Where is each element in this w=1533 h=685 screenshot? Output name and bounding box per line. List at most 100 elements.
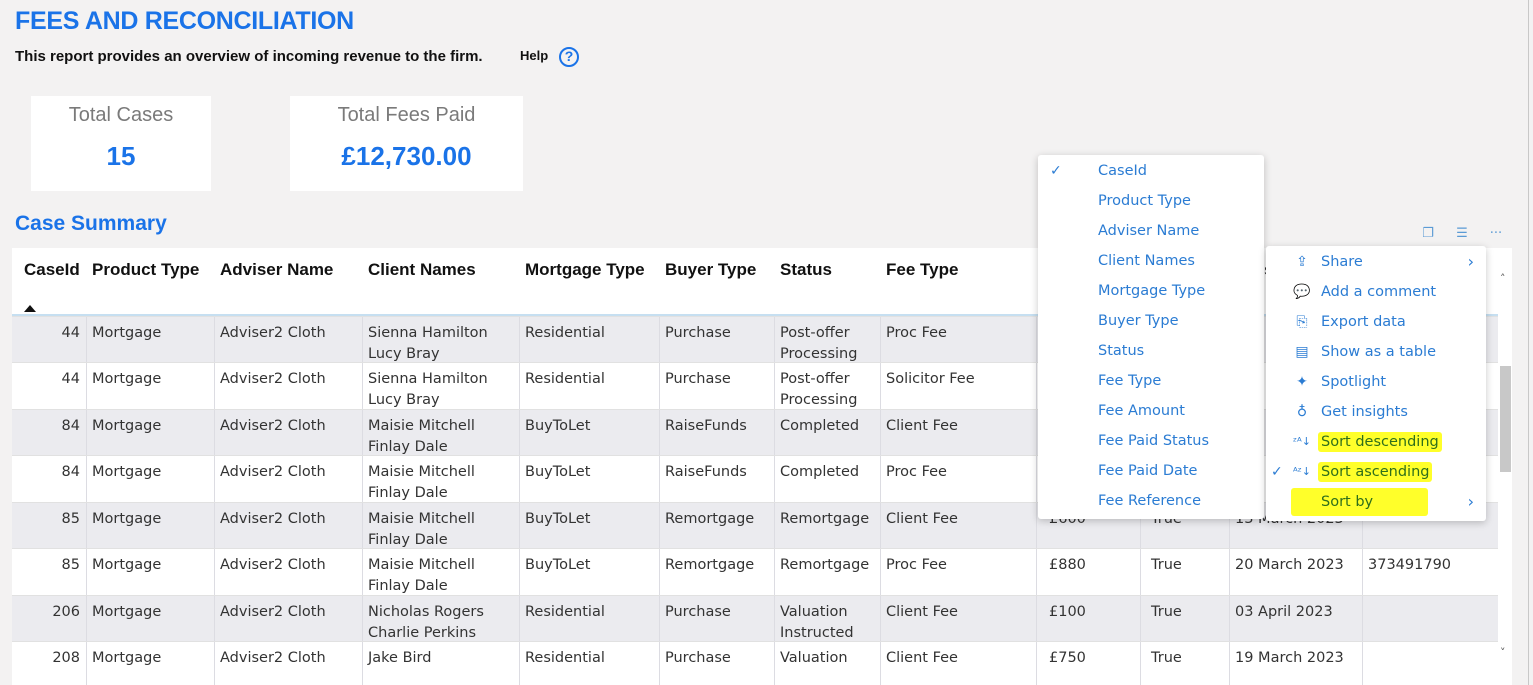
scrollbar-thumb[interactable] (1500, 366, 1511, 472)
column-separator (1036, 316, 1037, 362)
menu-item-add-a-comment[interactable]: 💬 Add a comment (1266, 277, 1486, 307)
menu-item-sort-descending[interactable]: ᶻᴬ↓ Sort descending (1266, 427, 1486, 457)
sort-by-option[interactable]: Adviser Name (1038, 216, 1264, 246)
cell-client: Maisie Mitchell Finlay Dale (368, 555, 475, 597)
column-separator (1036, 409, 1037, 455)
sort-by-option[interactable]: Fee Reference (1038, 486, 1264, 516)
sort-by-column-menu: ✓ CaseId Product Type Adviser Name Client Na… (1038, 155, 1264, 519)
cell-caseid: 206 (52, 603, 80, 620)
sort-by-option[interactable]: Fee Amount (1038, 396, 1264, 426)
cell-product: Mortgage (92, 603, 162, 620)
menu-item-sort-ascending[interactable]: ✓ ᴬᶻ↓ Sort ascending (1266, 457, 1486, 487)
cell-buyer: Remortgage (665, 510, 755, 527)
menu-item-label: Share (1321, 254, 1363, 270)
sort-by-option[interactable]: Fee Paid Status (1038, 426, 1264, 456)
sort-by-option[interactable]: Status (1038, 336, 1264, 366)
total-cases-card: Total Cases 15 (31, 96, 211, 191)
column-separator (659, 502, 660, 548)
column-separator (214, 409, 215, 455)
cell-line: Valuation (780, 650, 848, 666)
scroll-down-icon[interactable]: ˅ (1500, 646, 1506, 659)
menu-item-share[interactable]: ⇪ Share › (1266, 247, 1486, 277)
column-separator (214, 502, 215, 548)
table-row[interactable]: 208 Mortgage Adviser2 Cloth Jake Bird Reside… (12, 642, 1498, 685)
column-separator (86, 363, 87, 409)
cell-fee_type: Client Fee (886, 510, 958, 527)
cell-ref: 373491790 (1368, 557, 1452, 573)
cell-product: Mortgage (92, 417, 162, 434)
chevron-right-icon: › (1467, 252, 1474, 271)
cell-product: Mortgage (92, 557, 162, 573)
menu-item-show-as-a-table[interactable]: ▤ Show as a table (1266, 337, 1486, 367)
cell-fee_type: Proc Fee (886, 557, 947, 573)
cell-line: Lucy Bray (368, 345, 440, 362)
menu-item-get-insights[interactable]: ♁ Get insights (1266, 397, 1486, 427)
cell-buyer: RaiseFunds (665, 417, 747, 434)
cell-fee_type: Solicitor Fee (886, 371, 975, 387)
cell-adviser: Adviser2 Cloth (220, 650, 326, 666)
sort-by-option[interactable]: Fee Paid Date (1038, 456, 1264, 486)
sort-by-option[interactable]: Buyer Type (1038, 306, 1264, 336)
cell-status: Completed (780, 462, 859, 483)
menu-item-label: Add a comment (1321, 284, 1437, 300)
column-separator (774, 363, 775, 409)
visual-options-menu: ⇪ Share › 💬 Add a comment ⎘ Export data ▤ Show a… (1266, 246, 1486, 521)
column-header-client-names[interactable]: Client Names (368, 260, 476, 280)
column-header-status[interactable]: Status (780, 260, 832, 280)
menu-item-sort-by[interactable]: Sort by › (1266, 487, 1486, 517)
column-header-fee-type[interactable]: Fee Type (886, 260, 958, 280)
menu-item-label: Show as a table (1321, 344, 1437, 360)
menu-item-export-data[interactable]: ⎘ Export data (1266, 307, 1486, 337)
cell-client: Nicholas Rogers Charlie Perkins (368, 602, 484, 644)
divider (1528, 0, 1529, 685)
menu-item-label: Sort descending (1318, 432, 1442, 452)
help-icon[interactable]: ? (559, 47, 579, 67)
menu-item-spotlight[interactable]: ✦ Spotlight (1266, 367, 1486, 397)
column-separator (1362, 595, 1363, 641)
cell-product: Mortgage (92, 650, 162, 666)
sort-by-option[interactable]: Client Names (1038, 246, 1264, 276)
sort-ascending-indicator-icon (24, 305, 36, 312)
cell-product: Mortgage (92, 371, 162, 387)
column-separator (659, 642, 660, 685)
column-header-caseid[interactable]: CaseId (24, 260, 80, 280)
table-icon: ▤ (1295, 344, 1309, 360)
help-label[interactable]: Help (520, 48, 548, 63)
column-separator (1036, 549, 1037, 595)
column-header-buyer-type[interactable]: Buyer Type (665, 260, 756, 280)
more-options-icon[interactable]: ··· (1481, 219, 1511, 247)
sort-by-option[interactable]: Mortgage Type (1038, 276, 1264, 306)
column-header-product-type[interactable]: Product Type (92, 260, 199, 280)
column-separator (362, 409, 363, 455)
sort-by-option[interactable]: ✓ CaseId (1038, 156, 1264, 186)
cell-fee_type: Client Fee (886, 603, 958, 620)
checkmark-icon: ✓ (1271, 464, 1283, 480)
cell-client: Maisie Mitchell Finlay Dale (368, 462, 475, 504)
cell-fee_type: Proc Fee (886, 464, 947, 480)
cell-adviser: Adviser2 Cloth (220, 417, 326, 434)
table-row[interactable]: 206 Mortgage Adviser2 Cloth Nicholas Rogers… (12, 595, 1498, 644)
column-separator (519, 363, 520, 409)
column-separator (214, 316, 215, 362)
column-separator (880, 409, 881, 455)
comment-icon: 💬 (1293, 284, 1311, 300)
cell-line: Charlie Perkins (368, 624, 477, 641)
cell-line: Maisie Mitchell (368, 464, 475, 480)
sort-by-option[interactable]: Fee Type (1038, 366, 1264, 396)
filter-icon[interactable]: ☰ (1447, 219, 1477, 247)
column-separator (1036, 502, 1037, 548)
column-header-adviser-name[interactable]: Adviser Name (220, 260, 333, 280)
cell-buyer: Remortgage (665, 557, 755, 573)
menu-item-label: CaseId (1098, 163, 1147, 179)
column-separator (1140, 595, 1141, 641)
column-header-mortgage-type[interactable]: Mortgage Type (525, 260, 645, 280)
vertical-scrollbar[interactable]: ˄ ˅ (1498, 248, 1512, 685)
sort-by-option[interactable]: Product Type (1038, 186, 1264, 216)
scroll-up-icon[interactable]: ˄ (1500, 272, 1506, 285)
copy-visual-icon[interactable]: ❐ (1413, 219, 1443, 247)
cell-line: Sienna Hamilton (368, 324, 488, 341)
table-row[interactable]: 85 Mortgage Adviser2 Cloth Maisie Mitchell F… (12, 549, 1498, 596)
cell-buyer: Purchase (665, 603, 731, 620)
checkmark-icon: ✓ (1050, 163, 1062, 179)
cell-client: Jake Bird (368, 648, 431, 669)
